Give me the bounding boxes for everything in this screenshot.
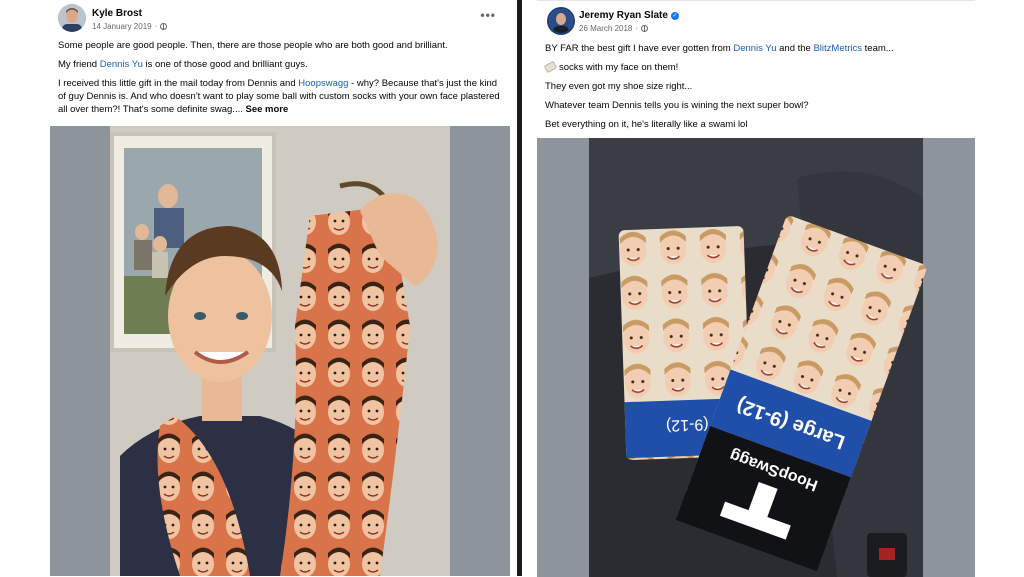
mention-link-dennis-yu[interactable]: Dennis Yu: [100, 59, 143, 70]
globe-icon: [160, 23, 168, 30]
author-name-text[interactable]: Jeremy Ryan Slate: [579, 10, 668, 21]
author-name[interactable]: Jeremy Ryan Slate ✓: [579, 10, 679, 21]
sock-emoji-icon: [543, 61, 558, 74]
photo-man-with-face-socks: [50, 126, 510, 576]
text-fragment: is one of those good and brilliant guys.: [142, 59, 308, 70]
screenshot-divider: [517, 0, 522, 576]
mention-link-dennis-yu[interactable]: Dennis Yu: [733, 43, 776, 54]
post-date: 14 January 2019 ·: [92, 22, 168, 31]
photo-face-socks-package: (9-12) Large (9-12) HoopSwagg: [537, 138, 975, 577]
more-options-icon[interactable]: •••: [480, 8, 496, 22]
post-photo[interactable]: (9-12) Large (9-12) HoopSwagg: [537, 138, 975, 577]
sock-size-label-small: (9-12): [666, 415, 709, 433]
post-paragraph: Bet everything on it, he's literally lik…: [545, 119, 748, 130]
post-date-text[interactable]: 26 March 2018: [579, 24, 632, 33]
text-fragment: socks with my face on them!: [559, 62, 679, 73]
avatar[interactable]: [58, 4, 86, 32]
author-name[interactable]: Kyle Brost: [92, 8, 142, 19]
post-date: 26 March 2018 ·: [579, 24, 649, 33]
text-fragment: I received this little gift in the mail …: [58, 78, 299, 89]
text-fragment: and the: [776, 43, 814, 54]
post-paragraph: They even got my shoe size right...: [545, 81, 693, 92]
post-paragraph: BY FAR the best gift I have ever gotten …: [545, 42, 973, 55]
post-paragraph: Whatever team Dennis tells you is wining…: [545, 100, 809, 111]
avatar[interactable]: [547, 7, 575, 35]
mention-link-hoopswagg[interactable]: Hoopswagg: [298, 78, 348, 89]
mention-link-blitzmetrics[interactable]: BlitzMetrics: [813, 43, 862, 54]
post-text: BY FAR the best gift I have ever gotten …: [543, 42, 973, 131]
post-header: Kyle Brost 14 January 2019 · •••: [50, 0, 510, 38]
post-text: Some people are good people. Then, there…: [58, 39, 503, 116]
post-date-text[interactable]: 14 January 2019: [92, 22, 152, 31]
verified-badge-icon: ✓: [670, 12, 679, 20]
post-paragraph: I received this little gift in the mail …: [58, 77, 503, 116]
text-fragment: BY FAR the best gift I have ever gotten …: [545, 43, 734, 54]
see-more-link[interactable]: See more: [246, 104, 289, 115]
facebook-post-kyle: Kyle Brost 14 January 2019 · ••• Some pe…: [50, 0, 510, 576]
facebook-post-jeremy: Jeremy Ryan Slate ✓ 26 March 2018 · BY FA…: [537, 0, 975, 577]
post-paragraph: Some people are good people. Then, there…: [58, 40, 448, 51]
post-header: Jeremy Ryan Slate ✓ 26 March 2018 ·: [537, 1, 975, 39]
post-photo[interactable]: [50, 126, 510, 576]
post-paragraph: socks with my face on them!: [543, 61, 973, 74]
text-fragment: My friend: [58, 59, 100, 70]
text-fragment: team...: [862, 43, 894, 54]
globe-icon: [641, 25, 649, 32]
post-paragraph: My friend Dennis Yu is one of those good…: [58, 58, 503, 71]
